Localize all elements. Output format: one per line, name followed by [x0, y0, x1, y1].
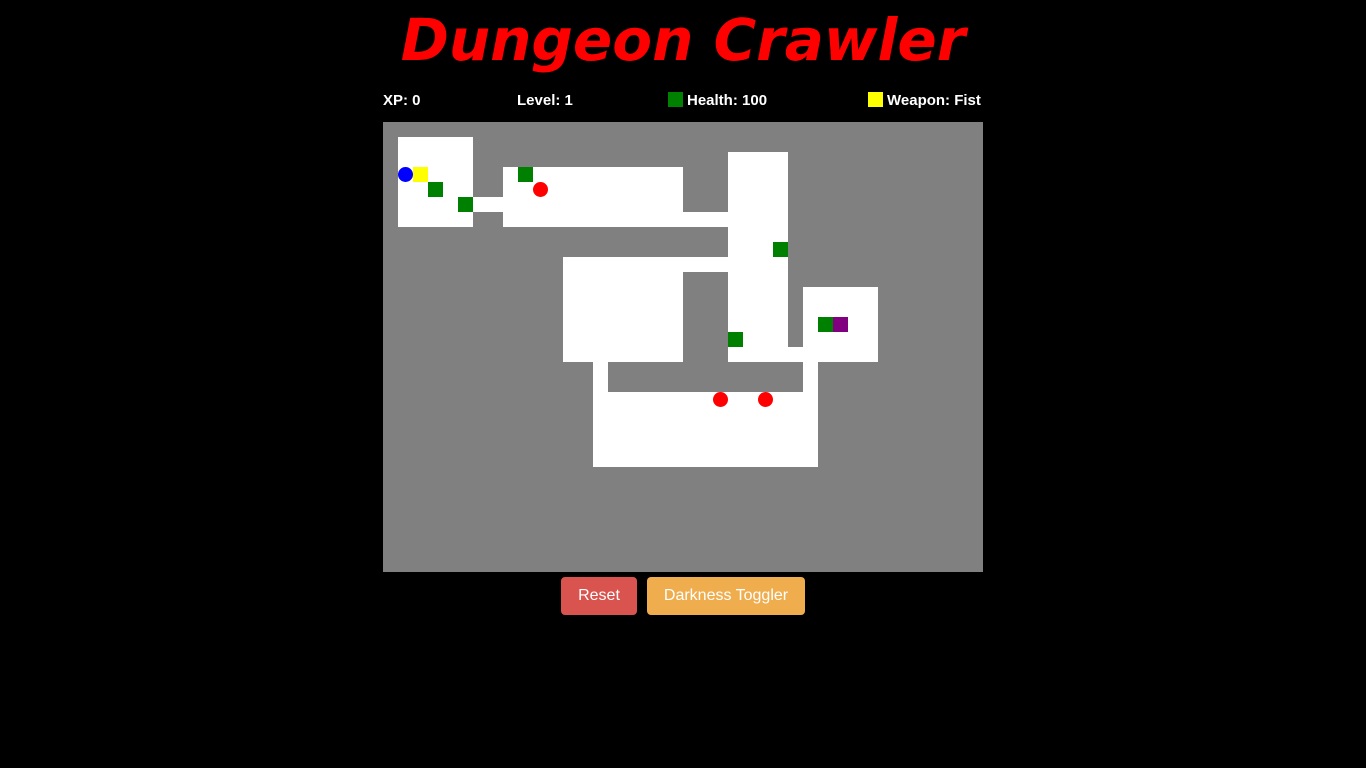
health-pack	[458, 197, 473, 212]
health-pack	[818, 317, 833, 332]
level-display: Level: 1	[517, 92, 573, 109]
health-label: Health: 100	[687, 92, 768, 109]
corridor-floor	[803, 362, 818, 392]
corridor-floor	[473, 197, 503, 212]
reset-button[interactable]: Reset	[561, 577, 637, 615]
corridor-floor	[593, 362, 608, 392]
room-floor	[593, 392, 818, 467]
weapon-display: Weapon: Fist	[868, 91, 981, 111]
health-pack	[428, 182, 443, 197]
game-title: Dungeon Crawler	[400, 6, 966, 74]
enemy	[713, 392, 728, 407]
dungeon-map[interactable]	[383, 122, 983, 572]
stairs-exit	[833, 317, 848, 332]
weapon-legend-icon	[868, 92, 883, 107]
darkness-toggler-button[interactable]: Darkness Toggler	[647, 577, 805, 615]
enemy	[533, 182, 548, 197]
health-pack	[773, 242, 788, 257]
health-legend-icon	[668, 92, 683, 107]
room-floor	[728, 152, 788, 362]
enemy	[758, 392, 773, 407]
health-display: Health: 100	[668, 91, 767, 111]
xp-display: XP: 0	[383, 92, 421, 109]
weapon-pickup	[413, 167, 428, 182]
corridor-floor	[683, 257, 728, 272]
player	[398, 167, 413, 182]
room-floor	[563, 257, 683, 362]
health-pack	[518, 167, 533, 182]
health-pack	[728, 332, 743, 347]
corridor-floor	[788, 347, 803, 362]
weapon-label: Weapon: Fist	[887, 92, 981, 109]
corridor-floor	[683, 212, 728, 227]
